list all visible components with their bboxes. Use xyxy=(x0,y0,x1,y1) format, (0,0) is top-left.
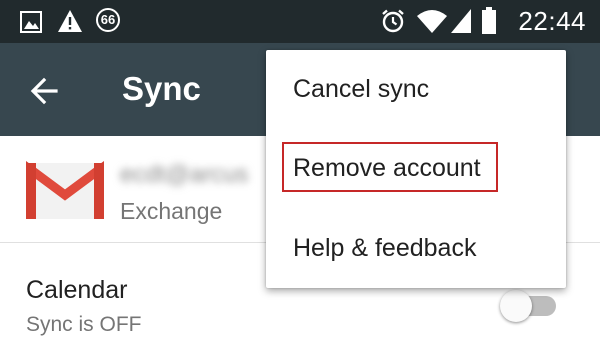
notification-count: 66 xyxy=(100,12,116,27)
alarm-icon xyxy=(382,9,404,33)
gmail-icon xyxy=(26,161,104,219)
sync-item-status: Sync is OFF xyxy=(26,313,142,336)
signal-icon xyxy=(451,9,471,33)
wifi-icon xyxy=(417,10,447,33)
status-bar: 66 22:44 xyxy=(0,0,600,43)
sync-item-label: Calendar xyxy=(26,276,128,304)
clock-time: 22:44 xyxy=(518,6,586,36)
back-button[interactable] xyxy=(26,73,66,109)
arrow-back-icon xyxy=(30,77,58,105)
toggle-thumb xyxy=(500,290,532,322)
notification-count-badge: 66 xyxy=(96,8,120,32)
status-bar-right: 22:44 xyxy=(380,0,600,43)
calendar-sync-toggle[interactable] xyxy=(500,290,558,322)
menu-item-help-feedback[interactable]: Help & feedback xyxy=(293,234,476,263)
account-type: Exchange xyxy=(120,198,223,224)
remove-account-highlight xyxy=(282,142,498,192)
image-icon xyxy=(20,11,42,33)
page-title: Sync xyxy=(122,70,201,107)
battery-icon xyxy=(482,7,496,34)
warning-icon xyxy=(58,10,82,32)
menu-item-cancel-sync[interactable]: Cancel sync xyxy=(293,75,429,104)
